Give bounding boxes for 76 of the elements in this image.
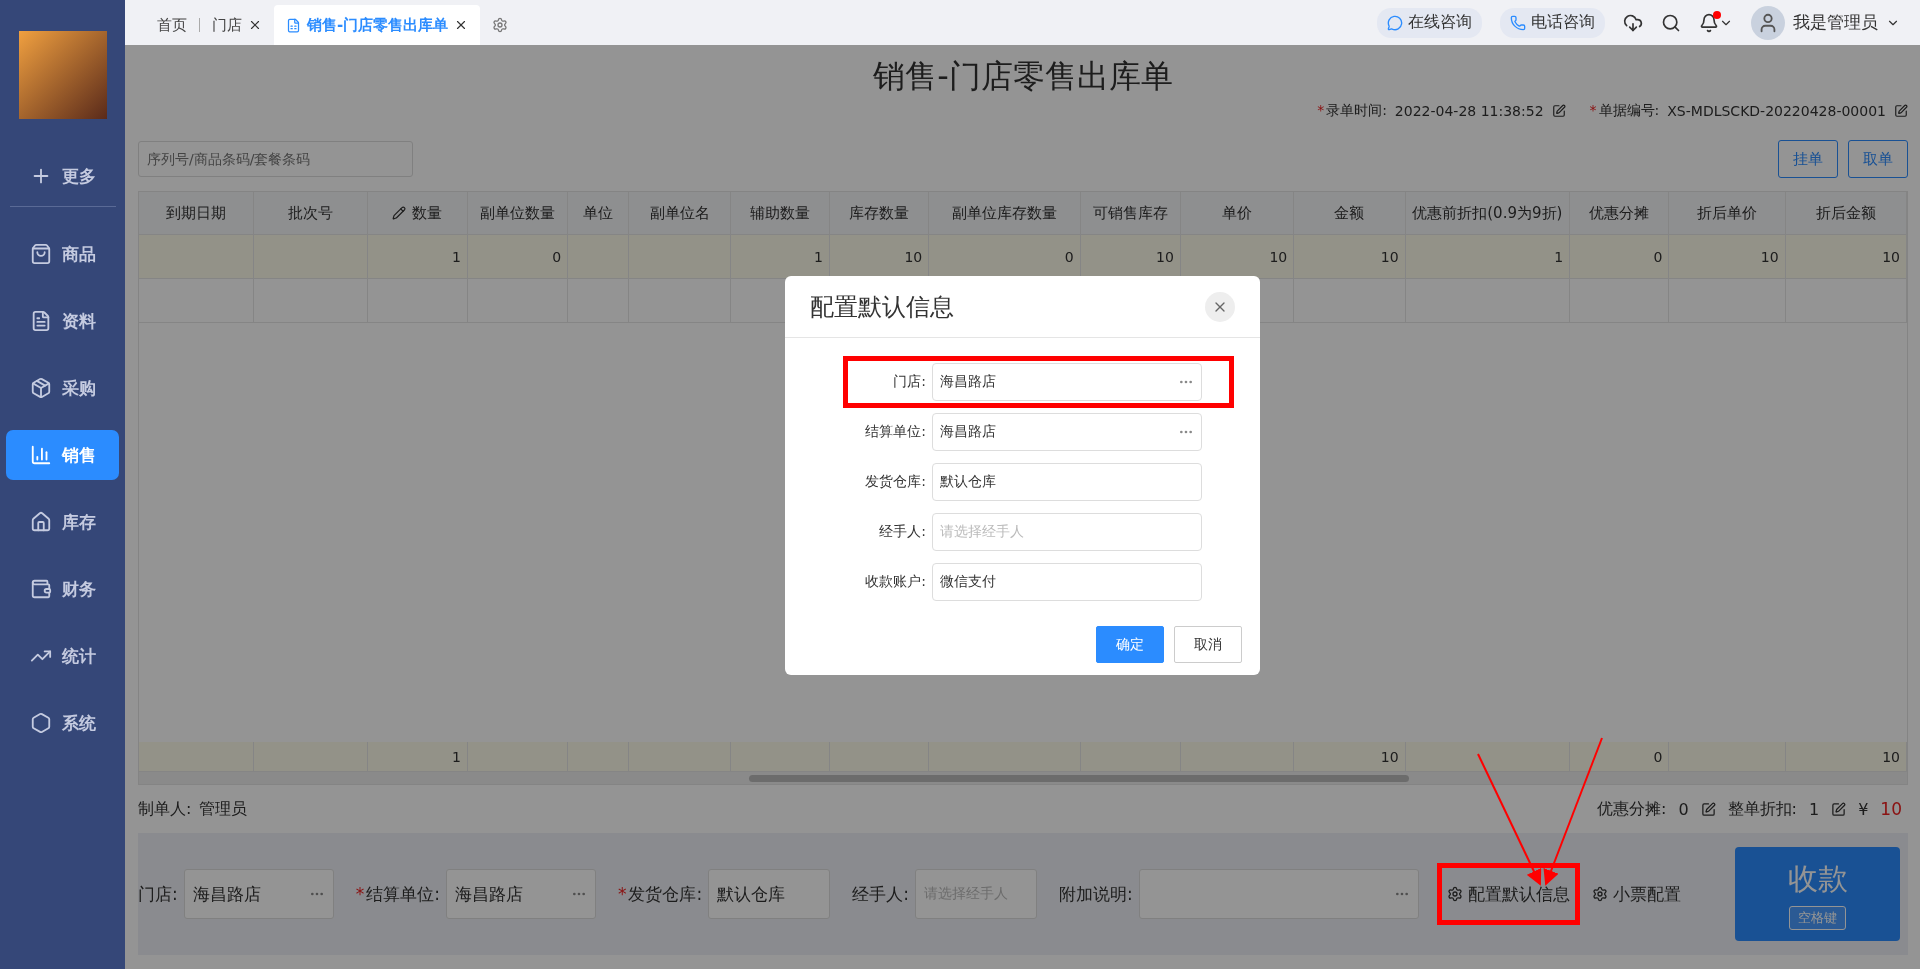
field-label: 结算单位: — [864, 423, 926, 441]
config-link[interactable]: 配置默认信息 — [1440, 869, 1576, 919]
discount-label: 优惠分摊: — [1597, 798, 1667, 820]
input-field[interactable] — [1138, 869, 1419, 919]
meta-label: *单据编号: — [1589, 102, 1660, 120]
input-field[interactable]: 默认仓库 — [932, 463, 1202, 501]
bag-icon — [29, 243, 52, 265]
meta-value: 2022-04-28 11:38:52 — [1394, 103, 1544, 119]
discount-value: 0 — [1678, 799, 1689, 819]
dialog-title: 配置默认信息 — [810, 291, 954, 323]
close-icon[interactable] — [248, 18, 262, 32]
dialog-button[interactable]: 取消 — [1174, 626, 1242, 663]
bar-chart-icon — [29, 444, 52, 466]
avatar[interactable] — [1751, 5, 1785, 40]
box-icon — [29, 377, 52, 399]
edit-icon[interactable] — [1700, 801, 1716, 817]
maker-value: 管理员 — [199, 798, 248, 820]
input-field[interactable]: 海昌路店 — [932, 363, 1202, 401]
input-field[interactable]: 微信支付 — [932, 563, 1202, 601]
user-name[interactable]: 我是管理员 — [1793, 11, 1878, 34]
field-label: 收款账户: — [864, 573, 926, 591]
currency-sign: ¥ — [1858, 799, 1869, 819]
online-consult-button[interactable]: 在线咨询 — [1377, 7, 1482, 38]
meta-label: *录单时间: — [1317, 102, 1387, 120]
sidebar-item[interactable]: 资料 — [6, 296, 119, 346]
meta-value: XS-MDLSCKD-20220428-00001 — [1667, 103, 1886, 119]
search-field[interactable]: 序列号/商品条码/套餐条码 — [138, 141, 413, 177]
sidebar-item[interactable]: 系统 — [6, 698, 119, 748]
scrollbar[interactable] — [139, 772, 1907, 784]
page-title: 销售-门店零售出库单 — [873, 56, 1173, 97]
sidebar-item[interactable]: 采购 — [6, 363, 119, 413]
field-label: 经手人: — [878, 523, 926, 541]
hexagon-icon — [29, 712, 52, 734]
chat-icon — [1387, 14, 1403, 31]
table-row[interactable]: 1 0 1 10 0 10 10 10 1 0 10 10 — [139, 235, 1907, 279]
edit-icon[interactable] — [1894, 104, 1908, 118]
settings-icon — [1591, 886, 1608, 902]
sidebar-item[interactable]: 更多 — [6, 151, 119, 201]
edit-icon[interactable] — [1551, 104, 1566, 118]
field-label: 附加说明: — [1058, 882, 1133, 906]
total-amount: 10 — [1880, 799, 1902, 819]
field-label: *结算单位: — [355, 882, 440, 906]
maker-label: 制单人: — [138, 798, 192, 820]
cloud-icon[interactable] — [1623, 12, 1643, 33]
document-icon — [286, 17, 301, 33]
field-label: 发货仓库: — [864, 473, 926, 491]
sidebar-item[interactable]: 库存 — [6, 497, 119, 547]
tab[interactable]: 首页 — [145, 5, 199, 45]
sidebar-item[interactable]: 统计 — [6, 631, 119, 681]
settings-icon[interactable] — [492, 17, 509, 33]
whole-discount-value: 1 — [1809, 799, 1820, 819]
wallet-icon — [29, 578, 52, 600]
input-field[interactable]: 海昌路店 — [932, 413, 1202, 451]
tab[interactable]: 门店 — [200, 5, 274, 45]
dialog-button[interactable]: 确定 — [1096, 626, 1164, 663]
field-label: 经手人: — [852, 882, 909, 906]
field-label: *发货仓库: — [617, 882, 703, 906]
house-icon — [29, 511, 52, 533]
phone-consult-button[interactable]: 电话咨询 — [1500, 7, 1605, 38]
whole-discount-label: 整单折扣: — [1727, 798, 1797, 820]
sidebar-item[interactable]: 商品 — [6, 229, 119, 279]
sidebar-item[interactable]: 销售 — [6, 430, 119, 480]
field-label: 门店: — [138, 882, 178, 906]
pencil-icon — [392, 206, 407, 220]
input-field[interactable]: 海昌路店 — [183, 869, 334, 919]
input-field[interactable]: 默认仓库 — [708, 869, 831, 919]
settings-icon — [1446, 886, 1463, 902]
phone-icon — [1510, 14, 1526, 31]
config-link[interactable]: 小票配置 — [1585, 869, 1687, 919]
tab[interactable]: 销售-门店零售出库单 — [274, 5, 481, 45]
search-icon[interactable] — [1661, 12, 1681, 33]
bell-icon[interactable] — [1699, 12, 1719, 33]
field-label: 门店: — [892, 373, 926, 391]
sidebar-item[interactable]: 财务 — [6, 564, 119, 614]
input-field[interactable]: 海昌路店 — [445, 869, 596, 919]
edit-icon[interactable] — [1831, 801, 1847, 817]
